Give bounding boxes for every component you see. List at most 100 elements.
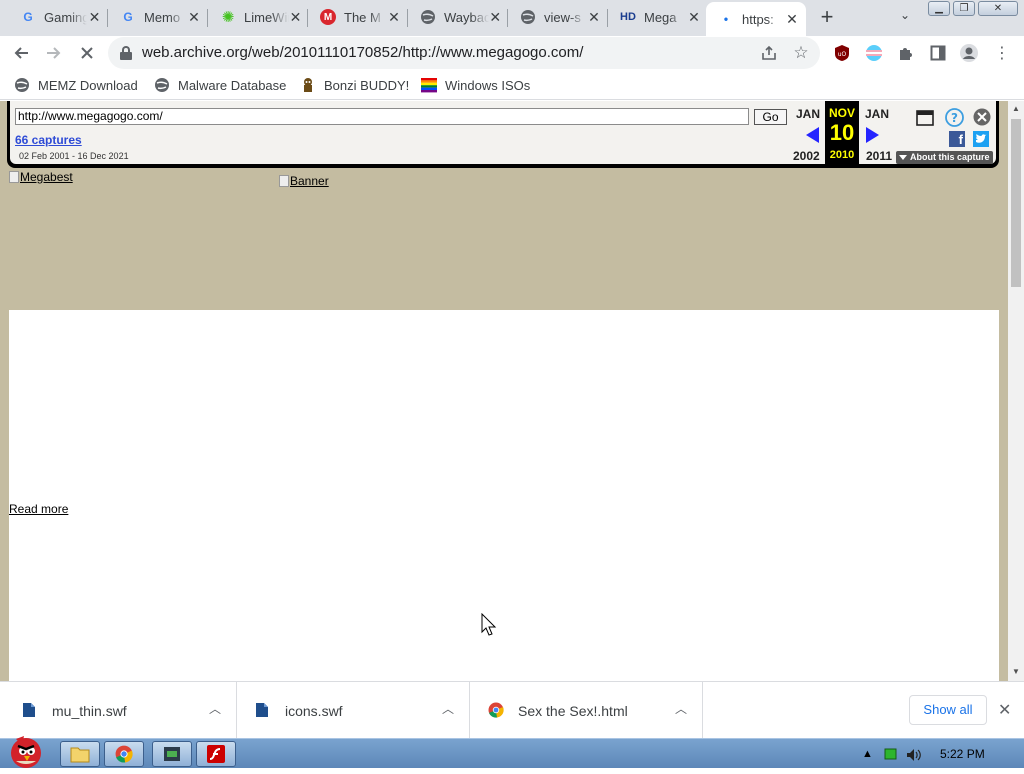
wayback-about-capture-button[interactable]: About this capture bbox=[896, 151, 993, 164]
bookmark-star-icon[interactable]: ☆ bbox=[790, 42, 812, 64]
maximize-button[interactable]: ❐ bbox=[953, 1, 975, 16]
windows-flag-icon bbox=[421, 78, 437, 93]
wayback-next-arrow-icon[interactable] bbox=[866, 127, 879, 143]
bookmark-malware-database[interactable]: Malware Database bbox=[154, 75, 286, 95]
stop-loading-icon[interactable] bbox=[76, 42, 98, 64]
profile-avatar-icon[interactable] bbox=[958, 42, 980, 64]
wayback-next-year[interactable]: 2011 bbox=[866, 149, 892, 163]
window-close-button[interactable]: ✕ bbox=[978, 1, 1018, 16]
wayback-close-icon[interactable] bbox=[973, 108, 991, 131]
forward-arrow-icon[interactable] bbox=[43, 42, 65, 64]
taskbar-flash-button[interactable] bbox=[196, 741, 236, 767]
wayback-help-icon[interactable]: ? bbox=[945, 108, 964, 132]
wayback-calendar-icon[interactable] bbox=[916, 110, 934, 131]
chevron-up-icon[interactable]: ︿ bbox=[209, 700, 221, 717]
caret-down-icon bbox=[899, 155, 907, 160]
bookmark-bonzi-buddy[interactable]: Bonzi BUDDY! bbox=[300, 75, 409, 95]
lock-icon[interactable] bbox=[120, 46, 132, 60]
chevron-up-icon[interactable]: ︿ bbox=[675, 700, 687, 717]
tab-limewire[interactable]: ✺ LimeWire ✕ bbox=[208, 0, 308, 34]
google-icon: G bbox=[123, 10, 133, 24]
extensions-puzzle-icon[interactable] bbox=[895, 42, 917, 64]
file-icon bbox=[23, 703, 35, 717]
download-item[interactable]: icons.swf ︿ bbox=[237, 682, 470, 739]
close-icon[interactable]: ✕ bbox=[489, 9, 502, 25]
loading-icon: • bbox=[723, 12, 729, 26]
tab-the-m[interactable]: M The M ✕ bbox=[308, 0, 408, 34]
download-item[interactable]: Sex the Sex!.html ︿ bbox=[470, 682, 703, 739]
facebook-icon[interactable]: f bbox=[949, 131, 965, 147]
close-icon[interactable]: ✕ bbox=[186, 9, 202, 25]
battery-icon[interactable] bbox=[884, 748, 898, 763]
wayback-prev-year[interactable]: 2002 bbox=[793, 149, 820, 163]
limewire-icon: ✺ bbox=[221, 9, 235, 26]
ublock-extension-icon[interactable]: uO bbox=[831, 42, 853, 64]
mega-icon: M bbox=[320, 9, 336, 25]
bonzi-icon bbox=[304, 78, 312, 92]
taskbar-explorer-button[interactable] bbox=[60, 741, 100, 767]
flash-icon bbox=[207, 745, 225, 763]
taskbar: ▲ 5:22 PM bbox=[0, 736, 1024, 768]
wayback-prev-arrow-icon[interactable] bbox=[806, 127, 819, 143]
new-tab-button[interactable]: + bbox=[815, 6, 839, 30]
taskbar-chrome-button[interactable] bbox=[104, 741, 144, 767]
tab-memo[interactable]: G Memo ✕ bbox=[108, 0, 208, 34]
megabest-image[interactable]: Megabest bbox=[9, 170, 73, 184]
banner-image[interactable]: Banner bbox=[279, 174, 329, 188]
share-icon[interactable] bbox=[758, 42, 780, 64]
read-more-link[interactable]: Read more bbox=[9, 502, 68, 516]
close-icon[interactable]: ✕ bbox=[289, 9, 302, 25]
wayback-url-input[interactable]: http://www.megagogo.com/ bbox=[15, 108, 749, 125]
hd-icon: HD bbox=[620, 11, 636, 23]
page-scrollbar[interactable]: ▲ ▼ bbox=[1008, 101, 1024, 681]
tab-active-https[interactable]: • https: ✕ bbox=[706, 2, 806, 36]
tab-wayback[interactable]: Wayback ✕ bbox=[408, 0, 508, 34]
browser-toolbar: web.archive.org/web/20101110170852/http:… bbox=[0, 36, 1024, 70]
page-viewport: http://www.megagogo.com/ Go 66 captures … bbox=[0, 101, 1008, 681]
globe-icon bbox=[420, 9, 436, 25]
bookmark-label: Windows ISOs bbox=[445, 77, 531, 93]
bookmark-windows-isos[interactable]: Windows ISOs bbox=[421, 75, 530, 95]
wayback-go-button[interactable]: Go bbox=[754, 109, 787, 125]
tab-mega[interactable]: HD Mega ✕ bbox=[608, 0, 708, 34]
taskbar-app-button[interactable] bbox=[152, 741, 192, 767]
chevron-up-icon[interactable]: ︿ bbox=[442, 700, 454, 717]
tab-search-chevron-icon[interactable]: ⌄ bbox=[896, 8, 914, 26]
wayback-date-range: 02 Feb 2001 - 16 Dec 2021 bbox=[19, 151, 129, 161]
taskbar-clock[interactable]: 5:22 PM bbox=[940, 747, 985, 761]
show-all-downloads-button[interactable]: Show all bbox=[909, 695, 987, 725]
download-filename: Sex the Sex!.html bbox=[518, 703, 628, 719]
wayback-next-month[interactable]: JAN bbox=[865, 107, 889, 121]
wayback-captures-link[interactable]: 66 captures bbox=[15, 133, 82, 147]
show-hidden-icons-icon[interactable]: ▲ bbox=[862, 748, 873, 760]
download-filename: icons.swf bbox=[285, 703, 343, 719]
close-download-shelf-icon[interactable]: ✕ bbox=[998, 700, 1011, 720]
side-panel-icon[interactable] bbox=[927, 42, 949, 64]
bookmark-label: Malware Database bbox=[178, 77, 287, 93]
wayback-toolbar: http://www.megagogo.com/ Go 66 captures … bbox=[7, 101, 999, 168]
speaker-icon[interactable] bbox=[906, 748, 922, 765]
back-arrow-icon[interactable] bbox=[10, 42, 32, 64]
close-icon[interactable]: ✕ bbox=[586, 9, 602, 25]
tab-gaming[interactable]: G Gaming ✕ bbox=[8, 0, 108, 34]
twitter-icon[interactable] bbox=[973, 131, 989, 147]
app-window-icon bbox=[164, 747, 180, 761]
scroll-thumb[interactable] bbox=[1011, 119, 1021, 287]
close-icon[interactable]: ✕ bbox=[386, 9, 402, 25]
tab-title: view-s bbox=[544, 9, 581, 25]
address-bar[interactable]: web.archive.org/web/20101110170852/http:… bbox=[108, 37, 820, 69]
url-text[interactable]: web.archive.org/web/20101110170852/http:… bbox=[142, 44, 583, 61]
scroll-up-arrow-icon[interactable]: ▲ bbox=[1012, 104, 1020, 113]
tab-title: Gaming bbox=[44, 9, 87, 25]
scroll-down-arrow-icon[interactable]: ▼ bbox=[1012, 667, 1020, 676]
minimize-button[interactable]: ▁ bbox=[928, 1, 950, 16]
close-icon[interactable]: ✕ bbox=[784, 11, 800, 27]
wayback-prev-month[interactable]: JAN bbox=[796, 107, 820, 121]
close-icon[interactable]: ✕ bbox=[87, 9, 102, 25]
pride-extension-icon[interactable] bbox=[863, 42, 885, 64]
bookmark-memz-download[interactable]: MEMZ Download bbox=[14, 75, 138, 95]
close-icon[interactable]: ✕ bbox=[686, 9, 702, 25]
tab-strip: G Gaming ✕ G Memo ✕ ✺ LimeWire ✕ M The M… bbox=[0, 0, 1024, 36]
menu-kebab-icon[interactable]: ⋮ bbox=[991, 42, 1013, 64]
tab-view-source[interactable]: view-s ✕ bbox=[508, 0, 608, 34]
